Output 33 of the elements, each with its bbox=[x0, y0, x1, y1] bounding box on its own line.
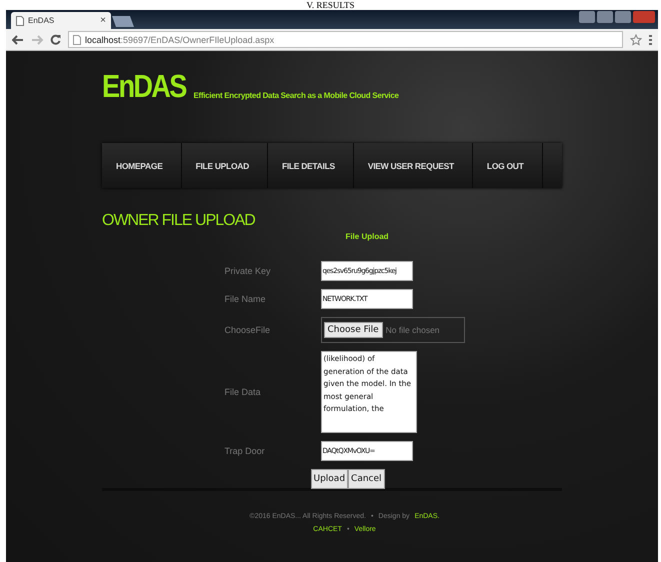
close-tab-button[interactable]: × bbox=[100, 15, 106, 26]
nav-link[interactable]: HOMEPAGE bbox=[102, 143, 182, 188]
nav-link[interactable]: LOG OUT bbox=[472, 143, 543, 188]
site-logo[interactable]: EnDAS bbox=[102, 69, 186, 103]
page-icon bbox=[73, 34, 81, 44]
file-status: No file chosen bbox=[386, 325, 440, 335]
nav-link[interactable]: FILE DETAILS bbox=[268, 143, 354, 188]
section-heading: V. RESULTS bbox=[306, 0, 355, 10]
form-button[interactable]: Cancel bbox=[348, 469, 385, 489]
nav-link[interactable]: FILE UPLOAD bbox=[182, 143, 268, 188]
field-label: ChooseFile bbox=[224, 325, 272, 335]
field-label: File Data bbox=[224, 387, 262, 397]
nav-link[interactable]: VIEW USER REQUEST bbox=[354, 143, 473, 188]
field-label: File Name bbox=[224, 294, 267, 304]
choose-file-button[interactable]: Choose File bbox=[324, 322, 383, 338]
field-label: Trap Door bbox=[224, 446, 266, 456]
tab-title: EnDAS bbox=[28, 16, 56, 25]
reload-icon[interactable] bbox=[50, 34, 61, 45]
form-title: File Upload bbox=[345, 232, 389, 241]
site-tagline: Efficient Encrypted Data Search as a Mobile Cloud Service bbox=[193, 91, 399, 100]
new-tab-button[interactable] bbox=[112, 16, 134, 27]
address-field[interactable]: localhost:59697/EnDAS/OwnerFIleUpload.aspx bbox=[68, 31, 623, 48]
page-title: OWNER FILE UPLOAD bbox=[102, 212, 256, 230]
browser-tab[interactable]: EnDAS × bbox=[11, 12, 111, 29]
page-icon bbox=[16, 16, 24, 26]
field-label: Private Key bbox=[224, 266, 272, 276]
form-button[interactable]: Upload bbox=[310, 469, 348, 489]
star-icon[interactable] bbox=[630, 34, 642, 46]
file-field[interactable]: Choose File No file chosen bbox=[320, 317, 464, 343]
forward-icon[interactable] bbox=[31, 34, 43, 44]
back-icon[interactable] bbox=[12, 34, 24, 44]
url-text: localhost:59697/EnDAS/OwnerFIleUpload.aspx bbox=[85, 34, 274, 44]
menu-icon[interactable] bbox=[649, 34, 652, 46]
